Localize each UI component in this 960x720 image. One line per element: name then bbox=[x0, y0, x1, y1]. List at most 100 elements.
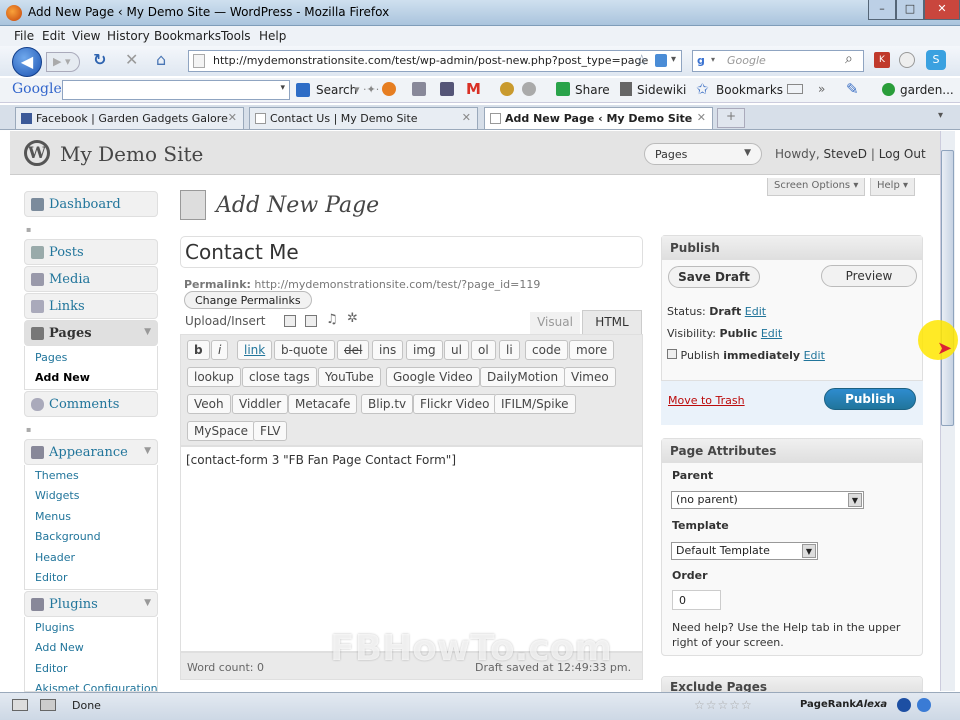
window-icon[interactable] bbox=[12, 699, 28, 711]
toolbar-bookmark-icon[interactable] bbox=[500, 82, 514, 96]
new-tab-button[interactable]: + bbox=[717, 108, 745, 128]
scrollbar-thumb[interactable] bbox=[941, 150, 954, 426]
reload-icon[interactable]: ↻ bbox=[93, 50, 106, 69]
tab-facebook[interactable]: Facebook | Garden Gadgets Galore ✕ bbox=[15, 107, 244, 129]
sidebar-item-links[interactable]: Links bbox=[24, 293, 158, 319]
template-select[interactable]: Default Template ▼ bbox=[671, 542, 818, 560]
toolbar-window-icon[interactable] bbox=[787, 84, 803, 94]
quicktag-blockquote-button[interactable]: b-quote bbox=[274, 340, 335, 360]
sidebar-item-appearance[interactable]: Appearance ▼ bbox=[24, 439, 158, 465]
quicktag-italic-button[interactable]: i bbox=[211, 340, 229, 360]
help-button[interactable]: Help ▾ bbox=[870, 178, 916, 196]
quicktag-vimeo-button[interactable]: Vimeo bbox=[564, 367, 616, 387]
submenu-item-background[interactable]: Background bbox=[35, 530, 101, 543]
google-toolbar-garden-button[interactable]: garden... bbox=[900, 83, 954, 97]
close-icon[interactable]: ✕ bbox=[462, 111, 471, 124]
addon-circle-icon[interactable] bbox=[899, 52, 915, 68]
save-draft-button[interactable]: Save Draft bbox=[668, 266, 760, 288]
close-window-button[interactable]: ✕ bbox=[924, 0, 960, 20]
add-video-icon[interactable] bbox=[305, 315, 317, 327]
engine-dropdown-icon[interactable]: ▾ bbox=[711, 55, 715, 64]
quicktag-flv-button[interactable]: FLV bbox=[253, 421, 288, 441]
quicktag-metacafe-button[interactable]: Metacafe bbox=[288, 394, 358, 414]
quicktag-viddler-button[interactable]: Viddler bbox=[232, 394, 289, 414]
sidebar-item-posts[interactable]: Posts bbox=[24, 239, 158, 265]
tab-html[interactable]: HTML bbox=[582, 310, 642, 334]
order-input[interactable]: 0 bbox=[672, 590, 721, 610]
addon-icon[interactable] bbox=[655, 54, 667, 67]
menu-tools[interactable]: Tools bbox=[221, 29, 251, 43]
quicktag-google-video-button[interactable]: Google Video bbox=[386, 367, 480, 387]
toolbar-popup-icon[interactable] bbox=[382, 82, 396, 96]
home-icon[interactable]: ⌂ bbox=[156, 50, 166, 69]
google-toolbar-dropdown-icon[interactable]: ▾ bbox=[280, 83, 285, 93]
screen-options-button[interactable]: Screen Options ▾ bbox=[767, 178, 866, 196]
forward-button[interactable]: ▶ ▾ bbox=[46, 52, 80, 72]
quicktag-link-button[interactable]: link bbox=[237, 340, 273, 360]
close-icon[interactable]: ✕ bbox=[697, 111, 706, 124]
tab-add-new-page[interactable]: Add New Page ‹ My Demo Site —... ✕ bbox=[484, 107, 713, 138]
content-editor[interactable]: [contact-form 3 "FB Fan Page Contact For… bbox=[180, 446, 643, 652]
menu-bookmarks[interactable]: Bookmarks bbox=[154, 29, 221, 43]
chevron-down-icon[interactable]: ▼ bbox=[144, 598, 151, 608]
preview-button[interactable]: Preview bbox=[821, 265, 917, 287]
sidebar-item-pages[interactable]: Pages ▼ bbox=[24, 320, 158, 346]
move-to-trash-link[interactable]: Move to Trash bbox=[668, 394, 745, 407]
edit-visibility-link[interactable]: Edit bbox=[761, 327, 782, 340]
chevron-down-icon[interactable]: ▼ bbox=[144, 446, 151, 456]
add-media-icon[interactable]: ✲ bbox=[347, 311, 358, 326]
submenu-item-editor[interactable]: Editor bbox=[35, 571, 68, 584]
google-toolbar-search-input[interactable]: ▾ bbox=[62, 80, 290, 100]
toolbar-translate-icon[interactable] bbox=[440, 82, 454, 96]
submenu-item-add-new[interactable]: Add New bbox=[35, 371, 90, 384]
add-audio-icon[interactable]: ♫ bbox=[326, 312, 338, 327]
quicktag-myspace-button[interactable]: MySpace bbox=[187, 421, 256, 441]
google-toolbar-search-button[interactable]: Search bbox=[316, 83, 357, 97]
rating-stars-icon[interactable]: ☆☆☆☆☆ bbox=[694, 698, 753, 712]
submenu-item-widgets[interactable]: Widgets bbox=[35, 489, 79, 502]
submenu-item-header[interactable]: Header bbox=[35, 551, 75, 564]
bookmark-star-icon[interactable]: ☆ bbox=[635, 51, 648, 69]
quicktag-close-tags-button[interactable]: close tags bbox=[242, 367, 317, 387]
add-image-icon[interactable] bbox=[284, 315, 296, 327]
url-bar[interactable]: http://mydemonstrationsite.com/test/wp-a… bbox=[188, 50, 682, 72]
quicktag-youtube-button[interactable]: YouTube bbox=[318, 367, 381, 387]
toolbar-more-icon[interactable]: » bbox=[818, 82, 825, 96]
addon-globe-icon[interactable] bbox=[897, 698, 911, 712]
parent-select[interactable]: (no parent) ▼ bbox=[671, 491, 864, 509]
favorite-actions-select[interactable]: Pages ▼ bbox=[644, 143, 762, 165]
sidebar-item-comments[interactable]: Comments bbox=[24, 391, 158, 417]
submenu-item-pages[interactable]: Pages bbox=[35, 351, 67, 364]
quicktag-dailymotion-button[interactable]: DailyMotion bbox=[480, 367, 566, 387]
publish-button[interactable]: Publish bbox=[824, 388, 916, 410]
chevron-down-icon[interactable]: ▼ bbox=[144, 327, 151, 337]
quicktag-ol-button[interactable]: ol bbox=[471, 340, 496, 360]
quicktag-bliptv-button[interactable]: Blip.tv bbox=[361, 394, 414, 414]
wrench-icon[interactable]: ✎ bbox=[846, 80, 859, 98]
toolbar-pagerank-icon[interactable] bbox=[412, 82, 426, 96]
search-icon[interactable]: ⌕ bbox=[845, 51, 853, 67]
sidebar-item-dashboard[interactable]: Dashboard bbox=[24, 191, 158, 217]
menu-view[interactable]: View bbox=[72, 29, 100, 43]
submenu-item-add-new[interactable]: Add New bbox=[35, 641, 84, 654]
toolbar-settings-icon[interactable] bbox=[522, 82, 536, 96]
google-toolbar-sidewiki-button[interactable]: Sidewiki bbox=[637, 83, 686, 97]
submenu-item-plugins[interactable]: Plugins bbox=[35, 621, 74, 634]
quicktag-more-button[interactable]: more bbox=[569, 340, 615, 360]
back-button[interactable]: ◀ bbox=[12, 47, 42, 77]
quicktag-del-button[interactable]: del bbox=[337, 340, 370, 360]
sidebar-item-media[interactable]: Media bbox=[24, 266, 158, 292]
menu-help[interactable]: Help bbox=[259, 29, 286, 43]
sidebar-item-plugins[interactable]: Plugins ▼ bbox=[24, 591, 158, 617]
permalink-url[interactable]: http://mydemonstrationsite.com/test/?pag… bbox=[254, 278, 540, 291]
quicktag-ins-button[interactable]: ins bbox=[372, 340, 404, 360]
quicktag-flickr-video-button[interactable]: Flickr Video bbox=[413, 394, 497, 414]
google-toolbar-bookmarks-button[interactable]: Bookmarks bbox=[716, 83, 783, 97]
url-dropdown-icon[interactable]: ▾ bbox=[671, 54, 676, 65]
tab-list-icon[interactable]: ▾ bbox=[938, 110, 943, 121]
quicktag-veoh-button[interactable]: Veoh bbox=[187, 394, 231, 414]
addon-k-icon[interactable]: K bbox=[874, 52, 890, 68]
logout-link[interactable]: Log Out bbox=[879, 147, 926, 161]
search-bar[interactable]: g ▾ Google ⌕ bbox=[692, 50, 864, 72]
quicktag-ul-button[interactable]: ul bbox=[444, 340, 469, 360]
